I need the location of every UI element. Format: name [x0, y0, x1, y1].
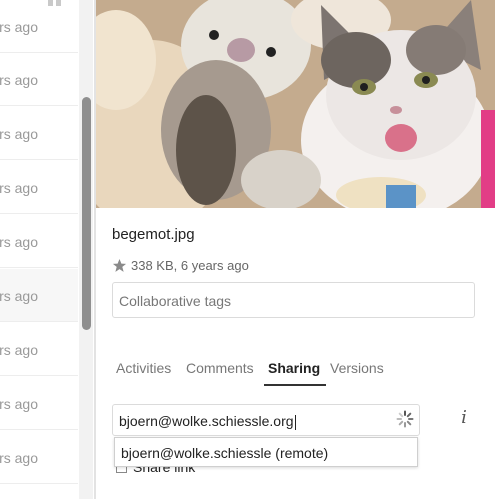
- file-row[interactable]: rs ago: [0, 377, 78, 430]
- tab-sharing[interactable]: Sharing: [268, 360, 320, 376]
- tab-activities[interactable]: Activities: [116, 360, 171, 376]
- file-mtime: rs ago: [0, 72, 38, 88]
- tags-placeholder: Collaborative tags: [119, 293, 232, 309]
- active-tab-indicator: [264, 384, 326, 386]
- file-mtime: rs ago: [0, 342, 38, 358]
- file-size-age: 338 KB, 6 years ago: [131, 258, 249, 273]
- share-with-input[interactable]: bjoern@wolke.schiessle.org: [112, 404, 420, 436]
- file-row-selected[interactable]: rs ago: [0, 269, 78, 322]
- file-mtime: rs ago: [0, 288, 38, 304]
- file-mtime: rs ago: [0, 234, 38, 250]
- file-name: begemot.jpg: [112, 226, 195, 243]
- file-row[interactable]: rs ago: [0, 161, 78, 214]
- scrollbar-thumb[interactable]: [82, 97, 91, 330]
- star-icon[interactable]: [112, 258, 127, 273]
- file-mtime: rs ago: [0, 126, 38, 142]
- file-row[interactable]: rs ago: [0, 0, 78, 53]
- spinner-icon: [396, 410, 414, 428]
- file-row[interactable]: rs ago: [0, 53, 78, 106]
- file-mtime: rs ago: [0, 396, 38, 412]
- file-meta: 338 KB, 6 years ago: [112, 258, 249, 273]
- file-row[interactable]: rs ago: [0, 323, 78, 376]
- image-preview: [96, 0, 495, 208]
- file-row[interactable]: rs ago: [0, 107, 78, 160]
- tab-comments[interactable]: Comments: [186, 360, 254, 376]
- file-list: rs ago rs ago rs ago rs ago rs ago rs ag…: [0, 0, 78, 499]
- share-input-value: bjoern@wolke.schiessle.org: [119, 413, 294, 429]
- collaborative-tags-input[interactable]: Collaborative tags: [112, 282, 475, 318]
- file-mtime: rs ago: [0, 450, 38, 466]
- tab-versions[interactable]: Versions: [330, 360, 384, 376]
- file-mtime: rs ago: [0, 19, 38, 35]
- file-row[interactable]: rs ago: [0, 215, 78, 268]
- details-sidebar: begemot.jpg 338 KB, 6 years ago Collabor…: [96, 0, 495, 499]
- file-row[interactable]: rs ago: [0, 431, 78, 484]
- suggestion-label: bjoern@wolke.schiessle (remote): [121, 445, 329, 461]
- file-mtime: rs ago: [0, 180, 38, 196]
- share-autocomplete-suggestion[interactable]: bjoern@wolke.schiessle (remote): [114, 437, 418, 467]
- text-caret: [294, 414, 296, 430]
- info-icon[interactable]: i: [454, 405, 474, 431]
